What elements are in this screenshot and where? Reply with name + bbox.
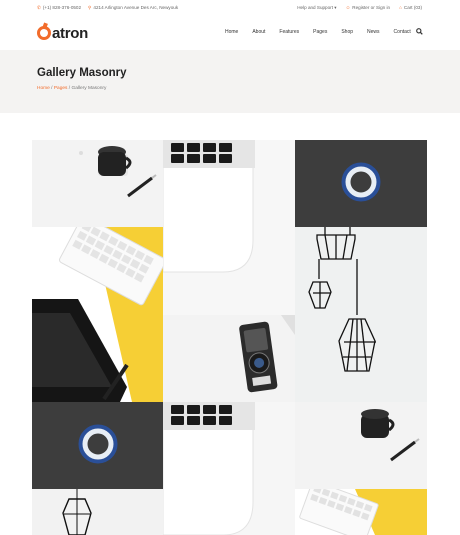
cup-pen-image [361,409,420,462]
keyboard-laptop-image [163,402,255,535]
keyboard-yellow-image [295,489,379,535]
main-nav: Home About Features Pages Shop News Cont… [225,29,425,35]
top-bar: ✆ (+1) 828-376-0502 ⚲ 4214 Arlington Avenu… [0,0,460,16]
signin-link[interactable]: Sign in [376,5,390,10]
phone-icon: ✆ [37,5,41,10]
gallery-item[interactable] [32,140,163,227]
cup-pen-image [79,146,157,198]
nav-home[interactable]: Home [225,29,238,35]
pendant-lamp-image [62,489,92,535]
register-link[interactable]: Register [352,5,369,10]
phone-info[interactable]: ✆ (+1) 828-376-0502 [37,5,81,11]
breadcrumb-current: Gallery Masonry [71,86,107,91]
breadcrumb-pages[interactable]: Pages [54,86,68,91]
gallery-item[interactable] [32,489,163,535]
nav-pages[interactable]: Pages [313,29,327,35]
gallery-item[interactable] [163,140,295,315]
gallery-item[interactable] [32,227,163,402]
nav-features[interactable]: Features [279,29,299,35]
breadcrumb-home[interactable]: Home [37,86,50,91]
page-header: Gallery Masonry Home / Pages / Gallery M… [0,50,460,113]
account-links: ☺ Register or Sign in [345,5,391,10]
gallery-item[interactable] [295,227,427,402]
cart-icon: ⌂ [399,5,402,10]
page-title: Gallery Masonry [37,67,127,79]
nav-contact[interactable]: Contact [394,29,411,35]
location-icon: ⚲ [88,5,92,10]
pendant-lamps-image [308,227,376,372]
masonry-gallery [32,140,427,535]
gallery-item[interactable] [32,402,163,489]
gallery-item[interactable] [163,402,295,535]
gallery-item[interactable] [295,140,427,227]
gallery-item[interactable] [295,402,427,489]
keyboard-tablet-image [32,227,163,402]
search-icon[interactable] [416,28,423,37]
user-icon: ☺ [345,5,351,10]
address-info: ⚲ 4214 Arlington Avenue Des Arc, Newyouk [88,5,179,10]
keyboard-laptop-image [163,140,295,315]
ring-light-image [341,162,381,202]
help-support-dropdown[interactable]: Help and Support ▾ [297,5,336,11]
camera-image [239,315,295,393]
logo-mark [37,26,51,40]
site-logo[interactable]: atron [37,23,88,43]
gallery-item[interactable] [163,315,295,402]
chevron-down-icon: ▾ [334,5,337,10]
cart-link[interactable]: ⌂ Cart (03) [399,5,422,11]
site-header: atron Home About Features Pages Shop New… [0,16,460,50]
nav-about[interactable]: About [252,29,265,35]
gallery-item[interactable] [295,489,427,535]
breadcrumb: Home / Pages / Gallery Masonry [37,86,107,91]
nav-news[interactable]: News [367,29,380,35]
ring-light-image [78,424,118,464]
nav-shop[interactable]: Shop [341,29,353,35]
